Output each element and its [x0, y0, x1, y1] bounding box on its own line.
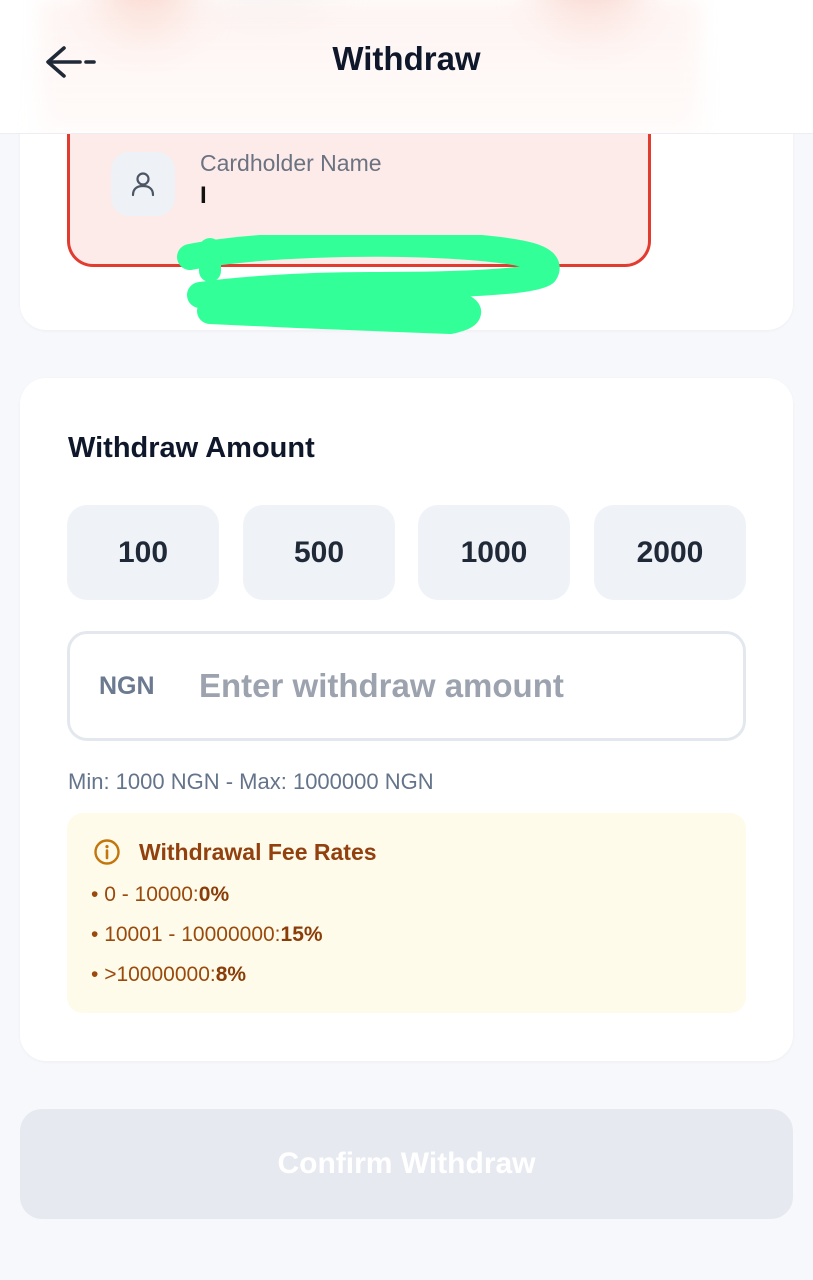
preset-amount-button[interactable]: 100 — [67, 505, 219, 600]
fee-rate: 0% — [198, 883, 230, 906]
avatar — [111, 152, 175, 216]
fee-rate: 15% — [280, 923, 323, 946]
amount-input[interactable] — [199, 667, 719, 705]
fee-rate-item: • 10001 - 10000000:15% — [91, 923, 323, 946]
fee-rate-item: • >10000000:8% — [91, 963, 247, 986]
info-icon — [94, 839, 120, 865]
fee-rates-header: Withdrawal Fee Rates — [93, 838, 377, 866]
fee-range: >10000000: — [104, 963, 216, 986]
user-icon — [131, 172, 155, 197]
confirm-withdraw-button[interactable]: Confirm Withdraw — [20, 1109, 793, 1219]
fee-rates-title: Withdrawal Fee Rates — [139, 838, 377, 865]
section-title: Withdraw Amount — [68, 432, 315, 464]
fee-rates-panel: Withdrawal Fee Rates • 0 - 10000:0% • 10… — [67, 813, 746, 1013]
withdraw-amount-card: Withdraw Amount 100 500 1000 2000 NGN Mi… — [20, 378, 793, 1061]
currency-label: NGN — [99, 671, 155, 700]
preset-amount-button[interactable]: 500 — [243, 505, 395, 600]
page-title: Withdraw — [332, 40, 481, 77]
fee-range: 10001 - 10000000: — [104, 923, 281, 946]
cardholder-label: Cardholder Name — [200, 150, 382, 176]
redaction-scribble — [177, 235, 560, 334]
fee-rate-item: • 0 - 10000:0% — [91, 883, 230, 906]
app-header: Withdraw — [0, 0, 813, 134]
amount-field[interactable]: NGN — [67, 631, 746, 741]
preset-amount-button[interactable]: 2000 — [594, 505, 746, 600]
amount-limits: Min: 1000 NGN - Max: 1000000 NGN — [68, 769, 434, 794]
cardholder-value: I — [200, 182, 207, 209]
fee-range: 0 - 10000: — [104, 883, 199, 906]
preset-amount-button[interactable]: 1000 — [418, 505, 570, 600]
fee-rate: 8% — [215, 963, 247, 986]
